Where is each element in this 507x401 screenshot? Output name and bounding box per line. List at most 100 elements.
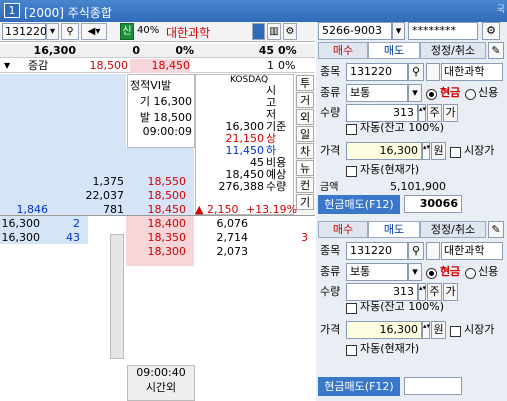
ask-qty: 22,037 <box>85 189 125 202</box>
price-change: 0 <box>132 44 140 57</box>
edit-icon[interactable]: ✎ <box>488 221 504 238</box>
side-tab[interactable]: 투 <box>296 75 314 91</box>
order-type-select[interactable]: 보통 <box>346 263 408 281</box>
order-tab[interactable]: 정정/취소 <box>420 221 486 238</box>
price-summary-row: 16,300 0 0% 45 0% <box>0 44 315 58</box>
vi-info-box: 정적VI발 기 16,300 발 18,500 09:00:09 <box>127 74 195 148</box>
speaker-icon[interactable]: ◀▾ <box>81 23 107 40</box>
item-label: 종목 <box>320 244 341 257</box>
bid-x: 3 <box>301 231 308 244</box>
gear-icon[interactable]: ⚙ <box>482 22 500 40</box>
amount-value: 5,101,900 <box>390 180 446 193</box>
item-code-input[interactable]: 131220 <box>346 242 408 260</box>
qty-label: 수량 <box>320 106 341 119</box>
password-input[interactable]: ******** <box>408 22 478 40</box>
side-tab[interactable]: 컨 <box>296 177 314 193</box>
auto-balance-checkbox[interactable] <box>346 122 357 135</box>
cash-radio[interactable] <box>426 266 437 279</box>
bid-b: 43 <box>66 231 80 244</box>
order-type-select[interactable]: 보통 <box>346 84 408 102</box>
item-code-input[interactable]: 131220 <box>346 63 408 81</box>
market-price-label: 시장가 <box>464 323 495 336</box>
bid-a: 16,300 <box>1 231 41 244</box>
bid-price: 18,300 <box>147 245 187 258</box>
auto-balance-label: 자동(잔고 100%) <box>360 300 445 313</box>
bid-qty: 2,714 <box>216 231 249 244</box>
market-info-panel: KOSDAQ 시 고 저 기준 상 하 비용 예상 수량 16,300 21,150 11,450 4… <box>195 74 294 215</box>
market-label: KOSDAQ <box>230 75 269 85</box>
side-tab[interactable]: 기 <box>296 194 314 210</box>
auto-current-checkbox[interactable] <box>346 164 357 177</box>
vi-time: 09:00:09 <box>142 125 192 138</box>
change-q1pct: 0% <box>278 59 296 72</box>
submit-sell-button[interactable]: 현금매도(F12) <box>318 377 400 396</box>
chevron-down-icon[interactable]: ▾ <box>408 84 422 102</box>
window-title: [2000] 주식종합 <box>24 6 112 20</box>
qty-price-button[interactable]: 가 <box>443 104 458 122</box>
order-tab[interactable]: 매도 <box>368 221 420 238</box>
order-tab[interactable]: 매수 <box>318 221 368 238</box>
price-input[interactable]: 16,300 <box>346 142 422 160</box>
search-icon[interactable]: ⚲ <box>408 63 424 81</box>
side-tab[interactable]: 일 <box>296 126 314 142</box>
window-number: 1 <box>4 3 20 18</box>
bookmark-icon[interactable] <box>252 23 265 40</box>
side-tab[interactable]: 뉴 <box>296 160 314 176</box>
ask-row[interactable]: 22,037 18,500 <box>0 189 195 203</box>
order-number-field[interactable]: 30066 <box>404 195 462 213</box>
price-input[interactable]: 16,300 <box>346 321 422 339</box>
window-corner-label: 국 <box>496 5 505 15</box>
layout-icon[interactable]: ▥ <box>267 23 281 40</box>
chevron-down-icon[interactable]: ▾ <box>46 23 59 40</box>
stock-code-input[interactable]: 131220 <box>2 23 47 40</box>
credit-label: 신용 <box>478 86 499 99</box>
change-p1: 18,500 <box>89 59 129 72</box>
cash-label: 현금 <box>440 265 461 278</box>
order-tab[interactable]: 정정/취소 <box>420 42 486 59</box>
market-price-checkbox[interactable] <box>450 145 461 158</box>
auto-balance-label: 자동(잔고 100%) <box>360 121 445 134</box>
auto-current-label: 자동(현재가) <box>360 342 420 355</box>
search-icon[interactable]: ⚲ <box>408 242 424 260</box>
side-tab[interactable]: 차 <box>296 143 314 159</box>
current-price: 16,300 <box>33 44 76 57</box>
qty-label: 수량 <box>320 285 341 298</box>
market-value: 276,388 <box>218 180 265 193</box>
bid-row[interactable]: 16,300 2 18,400 6,076 <box>0 217 315 231</box>
won-button[interactable]: 원 <box>431 321 446 339</box>
market-label-item: 수량 <box>266 180 287 193</box>
credit-radio[interactable] <box>465 266 476 279</box>
chevron-down-icon[interactable]: ▾ <box>392 22 405 40</box>
side-tab[interactable]: 거 <box>296 92 314 108</box>
change-row: ▼ 증감 18,500 18,450 1 0% <box>0 59 315 73</box>
bid-qty: 6,076 <box>216 217 249 230</box>
price-stepper[interactable]: ▴▾ <box>422 321 430 339</box>
credit-radio[interactable] <box>465 87 476 100</box>
market-price-checkbox[interactable] <box>450 324 461 337</box>
price-stepper[interactable]: ▴▾ <box>422 142 430 160</box>
gear-icon[interactable]: ⚙ <box>283 23 297 40</box>
side-tab[interactable]: 외 <box>296 109 314 125</box>
vi-line1: 기 16,300 <box>139 95 192 108</box>
submit-sell-button[interactable]: 현금매도(F12) <box>318 195 400 214</box>
order-tab[interactable]: 매도 <box>368 42 420 59</box>
order-form-bottom: 매수 매도 정정/취소 ✎ 종목 131220 ⚲ 신 대한과학 종류 보통 ▾ 현금 신… <box>316 221 507 401</box>
chevron-down-icon[interactable]: ▾ <box>408 263 422 281</box>
ask-row[interactable]: 1,375 18,550 <box>0 175 195 189</box>
edit-icon[interactable]: ✎ <box>488 42 504 59</box>
order-number-field[interactable] <box>404 377 462 395</box>
auto-current-checkbox[interactable] <box>346 343 357 356</box>
qty-price-button[interactable]: 가 <box>443 283 458 301</box>
won-button[interactable]: 원 <box>431 142 446 160</box>
cash-radio[interactable] <box>426 87 437 100</box>
search-icon[interactable]: ⚲ <box>61 23 79 40</box>
bid-row[interactable]: 18,300 2,073 <box>0 245 315 259</box>
bid-row[interactable]: 16,300 43 18,350 2,714 3 <box>0 231 315 245</box>
ask-qty: 1,375 <box>92 175 125 188</box>
order-tab[interactable]: 매수 <box>318 42 368 59</box>
volume: 45 <box>258 44 274 57</box>
change-pct: 0% <box>175 44 194 57</box>
market-labels: 시 고 저 기준 상 하 비용 예상 수량 <box>266 85 294 193</box>
account-select[interactable]: 5266-9003 <box>318 22 392 40</box>
auto-balance-checkbox[interactable] <box>346 301 357 314</box>
